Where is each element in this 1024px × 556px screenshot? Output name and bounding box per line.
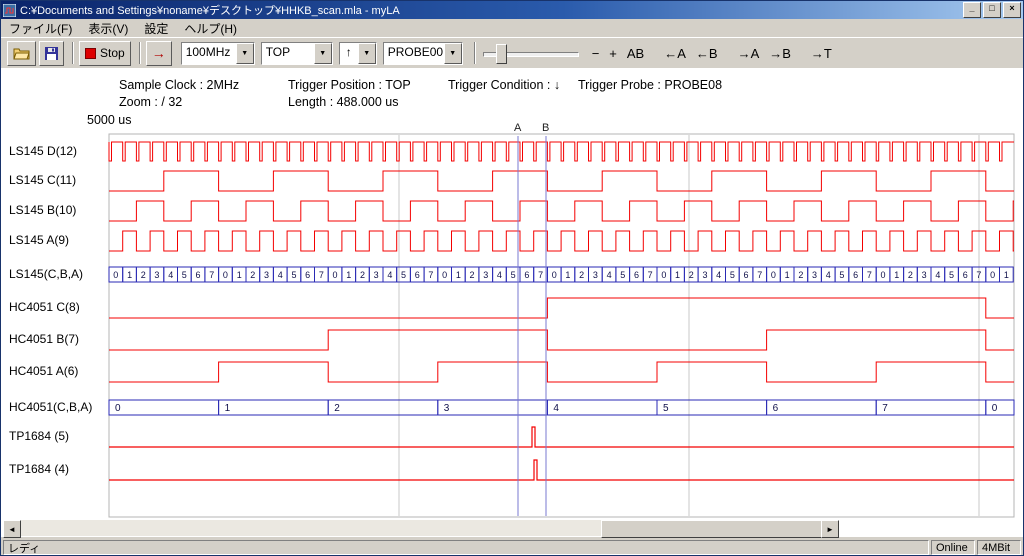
maximize-icon[interactable]: □ [983,2,1001,18]
close-icon[interactable]: × [1003,2,1021,18]
save-button[interactable] [39,41,64,66]
menu-file[interactable]: ファイル(F) [1,19,80,38]
menu-view[interactable]: 表示(V) [80,19,136,38]
toolbar-separator [72,42,74,64]
zoom-slider[interactable] [483,42,579,65]
chevron-down-icon[interactable]: ▼ [236,43,254,64]
window-title: C:¥Documents and Settings¥noname¥デスクトップ¥… [20,2,961,18]
scroll-left-icon[interactable]: ◄ [3,520,21,538]
goto-marker-b-right-button[interactable]: →B [764,46,796,61]
floppy-disk-icon [45,47,58,60]
zoom-slider-thumb[interactable] [496,44,507,64]
app-window: C:¥Documents and Settings¥noname¥デスクトップ¥… [0,0,1024,556]
run-arrow-icon: → [152,46,166,60]
toolbar: Stop → 100MHz ▼ TOP ▼ ↑ ▼ PROBE00 ▼ − + … [1,37,1023,69]
goto-marker-b-left-button[interactable]: ←B [691,46,723,61]
zoom-in-button[interactable]: + [604,46,622,61]
run-button[interactable]: → [146,41,172,66]
window-titlebar: C:¥Documents and Settings¥noname¥デスクトップ¥… [1,1,1023,19]
stop-icon [85,48,96,59]
goto-marker-a-right-button[interactable]: →A [733,46,765,61]
zoom-out-button[interactable]: − [587,46,605,61]
statusbar: レディ Online 4MBit [1,538,1023,556]
trigger-position-value: TOP [262,43,314,64]
toolbar-separator [474,42,476,64]
probe-select[interactable]: PROBE00 ▼ [383,42,463,65]
stop-button-label: Stop [100,46,125,60]
scroll-right-icon[interactable]: ► [821,520,839,538]
open-file-button[interactable] [7,41,36,66]
horizontal-scrollbar[interactable]: ◄ ► [3,520,839,536]
menu-help[interactable]: ヘルプ(H) [176,19,245,38]
trigger-edge-select[interactable]: ↑ ▼ [339,42,377,65]
sample-clock-value: 100MHz [182,43,236,64]
goto-trigger-button[interactable]: →T [806,46,837,61]
waveform-client-area [1,68,1023,537]
sample-clock-select[interactable]: 100MHz ▼ [181,42,255,65]
trigger-edge-value: ↑ [340,43,358,64]
chevron-down-icon[interactable]: ▼ [444,43,462,64]
status-message: レディ [3,540,929,555]
open-folder-icon [13,47,30,60]
scrollbar-thumb[interactable] [601,520,825,538]
trigger-position-select[interactable]: TOP ▼ [261,42,333,65]
toolbar-separator [139,42,141,64]
goto-marker-a-left-button[interactable]: ←A [659,46,691,61]
status-memory: 4MBit [977,540,1021,555]
ab-range-button[interactable]: AB [622,46,649,61]
menubar: ファイル(F) 表示(V) 設定 ヘルプ(H) [1,19,1023,37]
stop-button[interactable]: Stop [79,41,131,66]
app-icon [3,4,16,17]
minimize-icon[interactable]: _ [963,2,981,18]
chevron-down-icon[interactable]: ▼ [358,43,376,64]
status-online: Online [931,540,975,555]
probe-value: PROBE00 [384,43,444,64]
chevron-down-icon[interactable]: ▼ [314,43,332,64]
menu-settings[interactable]: 設定 [136,19,176,38]
